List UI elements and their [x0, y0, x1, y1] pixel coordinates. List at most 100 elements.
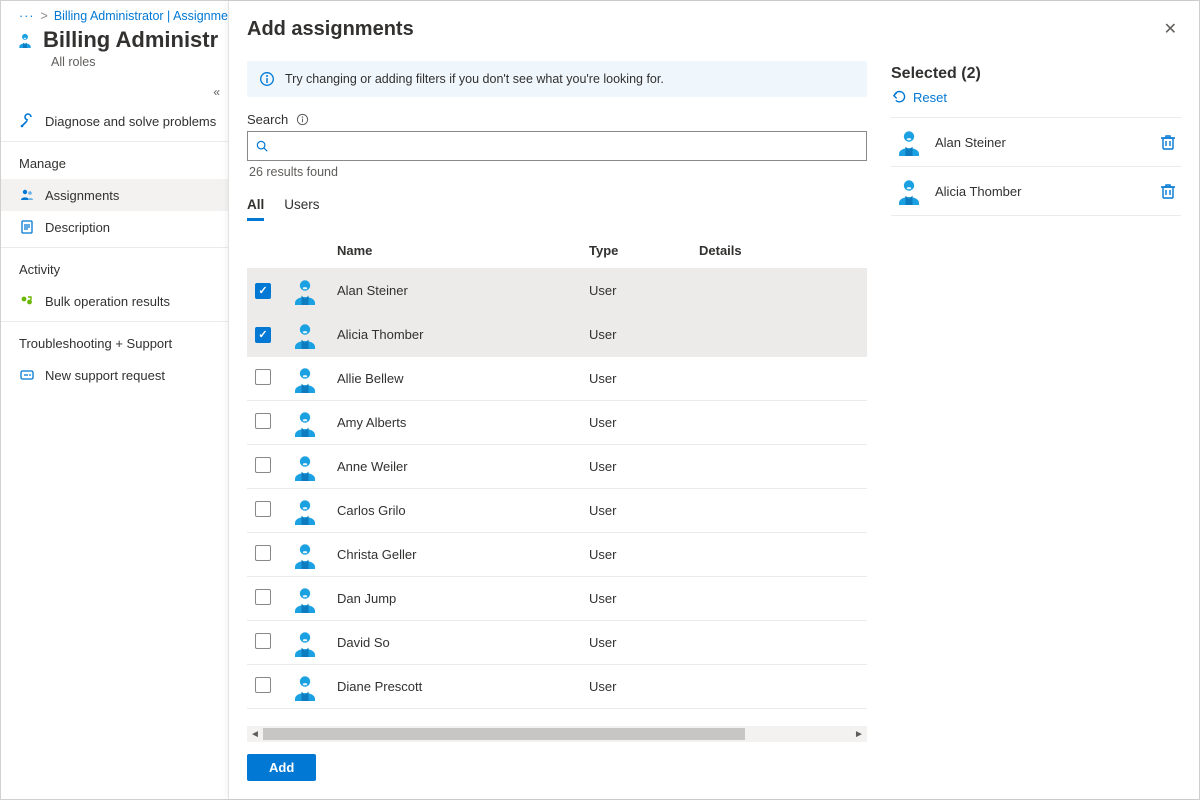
- selected-item: Alan Steiner: [891, 118, 1181, 167]
- wrench-icon: [19, 113, 35, 129]
- table-row[interactable]: Allie BellewUser: [247, 357, 867, 401]
- row-type: User: [589, 591, 699, 606]
- row-type: User: [589, 283, 699, 298]
- remove-icon[interactable]: [1159, 182, 1177, 200]
- chevron-right-icon: >: [41, 9, 48, 23]
- row-name: Dan Jump: [337, 591, 589, 606]
- undo-icon: [891, 89, 907, 105]
- close-icon[interactable]: ✕: [1160, 15, 1181, 43]
- tab-all[interactable]: All: [247, 193, 264, 221]
- row-type: User: [589, 503, 699, 518]
- breadcrumb: ··· > Billing Administrator | Assignme: [1, 1, 228, 23]
- search-icon: [254, 138, 270, 154]
- row-checkbox[interactable]: [255, 633, 271, 649]
- row-checkbox[interactable]: [255, 413, 271, 429]
- row-name: Alicia Thomber: [337, 327, 589, 342]
- breadcrumb-link[interactable]: Billing Administrator | Assignme: [54, 9, 228, 23]
- avatar-icon: [895, 177, 923, 205]
- add-assignments-panel: Add assignments ✕ Try changing or adding…: [229, 1, 1199, 799]
- avatar-icon: [291, 673, 337, 701]
- nav-section-activity: Activity: [1, 248, 228, 285]
- scroll-left-icon[interactable]: ◄: [247, 729, 263, 740]
- row-checkbox[interactable]: [255, 457, 271, 473]
- selected-name: Alan Steiner: [935, 135, 1147, 150]
- tabs: All Users: [247, 193, 867, 221]
- table-row[interactable]: Carlos GriloUser: [247, 489, 867, 533]
- info-icon[interactable]: [294, 111, 310, 127]
- row-name: David So: [337, 635, 589, 650]
- row-checkbox[interactable]: [255, 283, 271, 299]
- table-row[interactable]: Amy AlbertsUser: [247, 401, 867, 445]
- nav-section-manage: Manage: [1, 142, 228, 179]
- col-type[interactable]: Type: [589, 243, 699, 258]
- col-details[interactable]: Details: [699, 243, 859, 258]
- nav-label: Diagnose and solve problems: [45, 114, 216, 129]
- row-checkbox[interactable]: [255, 589, 271, 605]
- nav-label: New support request: [45, 368, 165, 383]
- reset-button[interactable]: Reset: [891, 89, 1181, 118]
- row-type: User: [589, 635, 699, 650]
- nav-section-trouble: Troubleshooting + Support: [1, 322, 228, 359]
- avatar-icon: [291, 453, 337, 481]
- col-name[interactable]: Name: [337, 243, 589, 258]
- row-type: User: [589, 327, 699, 342]
- table-row[interactable]: Diane PrescottUser: [247, 665, 867, 709]
- info-icon: [259, 71, 275, 87]
- table-row[interactable]: David SoUser: [247, 621, 867, 665]
- result-count: 26 results found: [249, 165, 867, 179]
- avatar-icon: [291, 629, 337, 657]
- row-checkbox[interactable]: [255, 677, 271, 693]
- breadcrumb-overflow[interactable]: ···: [19, 9, 35, 23]
- add-button[interactable]: Add: [247, 754, 316, 781]
- avatar-icon: [291, 585, 337, 613]
- row-name: Diane Prescott: [337, 679, 589, 694]
- results-table: Name Type Details Alan SteinerUserAlicia…: [247, 233, 867, 742]
- search-input[interactable]: [247, 131, 867, 161]
- row-checkbox[interactable]: [255, 327, 271, 343]
- row-name: Anne Weiler: [337, 459, 589, 474]
- scroll-right-icon[interactable]: ►: [851, 729, 867, 740]
- selected-name: Alicia Thomber: [935, 184, 1147, 199]
- row-name: Christa Geller: [337, 547, 589, 562]
- row-name: Amy Alberts: [337, 415, 589, 430]
- avatar-icon: [291, 321, 337, 349]
- avatar-icon: [291, 365, 337, 393]
- table-row[interactable]: Christa GellerUser: [247, 533, 867, 577]
- table-row[interactable]: Anne WeilerUser: [247, 445, 867, 489]
- nav-label: Assignments: [45, 188, 119, 203]
- people-icon: [19, 187, 35, 203]
- nav-description[interactable]: Description: [1, 211, 228, 243]
- info-text: Try changing or adding filters if you do…: [285, 72, 664, 86]
- nav-diagnose[interactable]: Diagnose and solve problems: [1, 105, 228, 137]
- avatar-icon: [291, 409, 337, 437]
- table-row[interactable]: Alan SteinerUser: [247, 269, 867, 313]
- selected-pane: Selected (2) Reset Alan SteinerAlicia Th…: [891, 61, 1181, 742]
- horizontal-scrollbar[interactable]: ◄ ►: [247, 726, 867, 742]
- search-label: Search: [247, 111, 867, 127]
- row-checkbox[interactable]: [255, 545, 271, 561]
- row-checkbox[interactable]: [255, 501, 271, 517]
- panel-title: Add assignments: [247, 18, 414, 41]
- row-checkbox[interactable]: [255, 369, 271, 385]
- collapse-toggle[interactable]: «: [1, 83, 228, 105]
- table-row[interactable]: Alicia ThomberUser: [247, 313, 867, 357]
- table-row[interactable]: Dan JumpUser: [247, 577, 867, 621]
- nav-bulk-results[interactable]: Bulk operation results: [1, 285, 228, 317]
- row-type: User: [589, 459, 699, 474]
- avatar-icon: [291, 277, 337, 305]
- avatar-icon: [895, 128, 923, 156]
- row-name: Carlos Grilo: [337, 503, 589, 518]
- row-name: Allie Bellew: [337, 371, 589, 386]
- table-header: Name Type Details: [247, 233, 867, 269]
- page-subtitle: All roles: [1, 55, 228, 83]
- nav-new-support[interactable]: New support request: [1, 359, 228, 391]
- tab-users[interactable]: Users: [284, 193, 319, 221]
- nav-label: Description: [45, 220, 110, 235]
- remove-icon[interactable]: [1159, 133, 1177, 151]
- row-name: Alan Steiner: [337, 283, 589, 298]
- info-bar: Try changing or adding filters if you do…: [247, 61, 867, 97]
- nav-assignments[interactable]: Assignments: [1, 179, 228, 211]
- document-icon: [19, 219, 35, 235]
- users-icon: [17, 32, 33, 48]
- row-type: User: [589, 547, 699, 562]
